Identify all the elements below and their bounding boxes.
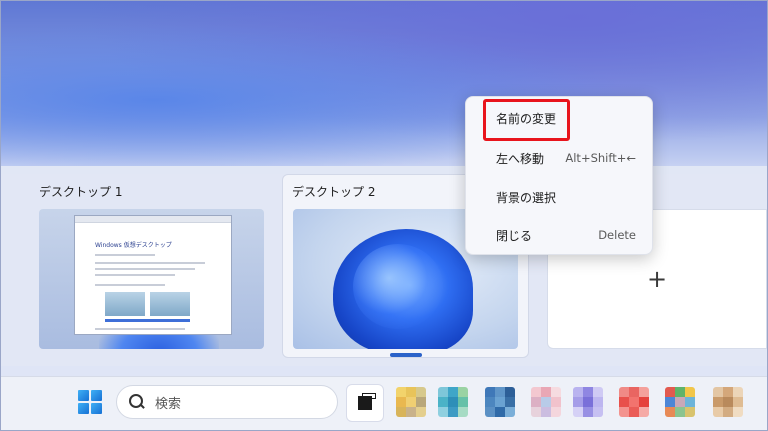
windows-start-icon[interactable] xyxy=(78,390,102,414)
menu-item-shortcut: Alt+Shift+← xyxy=(565,151,636,165)
rename-highlight-box xyxy=(483,99,570,141)
menu-item-shortcut: Delete xyxy=(598,228,636,242)
menu-item-label: 閉じる xyxy=(496,228,533,243)
taskbar-app-icon[interactable] xyxy=(396,387,426,417)
taskbar-app-icon[interactable] xyxy=(619,387,649,417)
plus-icon: + xyxy=(646,265,668,293)
search-icon xyxy=(129,394,145,410)
menu-item-move-left[interactable]: 左へ移動 Alt+Shift+← xyxy=(466,141,652,175)
taskbar-app-icon[interactable] xyxy=(713,387,743,417)
preview-window-title: Windows 仮想デスクトップ xyxy=(95,242,172,249)
desktop-2-label: デスクトップ 2 xyxy=(292,185,376,199)
active-desktop-indicator xyxy=(390,353,422,357)
menu-item-choose-background[interactable]: 背景の選択 xyxy=(466,180,652,214)
desktop-1-label: デスクトップ 1 xyxy=(39,185,123,199)
desktop-1-thumbnail[interactable]: Windows 仮想デスクトップ xyxy=(39,209,264,349)
menu-item-close[interactable]: 閉じる Delete xyxy=(466,218,652,252)
taskbar-app-icon[interactable] xyxy=(573,387,603,417)
desktop-1-window-preview: Windows 仮想デスクトップ xyxy=(74,215,232,335)
taskbar-search-box[interactable]: 検索 xyxy=(116,385,338,419)
task-view-button[interactable] xyxy=(346,384,384,422)
menu-item-label: 背景の選択 xyxy=(496,190,557,205)
menu-item-label: 左へ移動 xyxy=(496,151,545,166)
taskbar-app-icon[interactable] xyxy=(438,387,468,417)
taskbar-app-icon[interactable] xyxy=(531,387,561,417)
taskbar-app-icon[interactable] xyxy=(665,387,695,417)
taskbar-app-icon[interactable] xyxy=(485,387,515,417)
search-label: 検索 xyxy=(155,396,182,412)
